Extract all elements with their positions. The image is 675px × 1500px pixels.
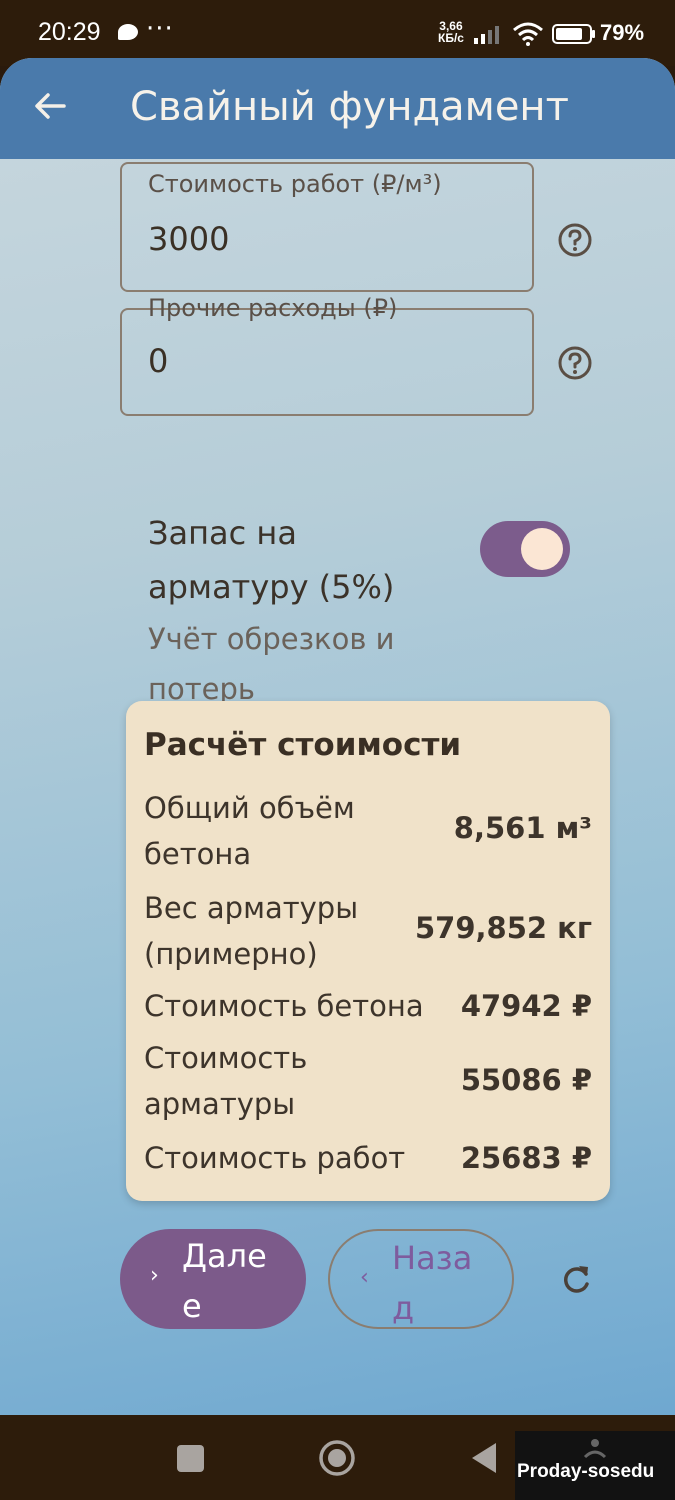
recents-icon[interactable] [177,1445,204,1472]
rebar-reserve-switch[interactable] [480,521,570,577]
row-value-rebar-cost: 55086 ₽ [460,1063,592,1097]
rebar-reserve-subtitle: Учёт обрезков и потерь [148,622,395,706]
battery-level: 79% [600,20,645,45]
rebar-reserve-title: Запас на арматуру (5%) [148,514,395,606]
network-speed-unit: КБ/с [438,31,464,45]
row-value-concrete-cost: 47942 ₽ [460,989,592,1023]
home-icon[interactable] [318,1439,356,1477]
battery-icon [552,24,595,44]
cost-summary-card: Расчёт стоимости Общий объём бетона 8,56… [126,701,610,1201]
back-button-label: Назад [392,1239,473,1327]
row-label-concrete-cost: Стоимость бетона [144,989,424,1023]
app-screen: Свайный фундамент Стоимость работ (₽/м³)… [0,58,675,1415]
row-value-work-cost: 25683 ₽ [460,1141,592,1175]
row-label-concrete-volume: Общий объём бетона [144,791,355,871]
work-cost-field[interactable]: Стоимость работ (₽/м³) 3000 [120,162,534,292]
chevron-left-icon: ‹ [360,1265,369,1290]
refresh-icon[interactable] [558,1262,594,1298]
work-cost-value[interactable]: 3000 [148,220,229,258]
other-expenses-label: Прочие расходы (₽) [140,294,406,322]
network-speed: 3,66 КБ/с [438,20,464,44]
help-icon[interactable] [557,345,593,381]
watermark-logo-icon [583,1439,607,1459]
row-value-concrete-volume: 8,561 м³ [453,811,592,845]
status-time: 20:29 [38,18,101,46]
other-expenses-value[interactable]: 0 [148,342,168,380]
back-button[interactable]: ‹ Назад [328,1229,514,1329]
next-button[interactable]: › Далее [120,1229,306,1329]
watermark-text: Proday-sosedu [517,1461,655,1482]
page-title: Свайный фундамент [130,84,569,130]
app-bar: Свайный фундамент [0,58,675,159]
row-label-rebar-weight: Вес арматуры (примерно) [144,891,359,971]
row-label-rebar-cost: Стоимость арматуры [144,1041,308,1121]
row-value-rebar-weight: 579,852 кг [414,911,592,945]
back-arrow-icon[interactable] [30,86,70,126]
watermark: Proday-sosedu [515,1431,675,1500]
status-bar: 20:29 ··· 3,66 КБ/с 79% [0,0,675,66]
help-icon[interactable] [557,222,593,258]
work-cost-label: Стоимость работ (₽/м³) [148,170,442,198]
row-label-work-cost: Стоимость работ [144,1141,406,1175]
switch-knob [521,528,563,570]
other-expenses-field[interactable]: Прочие расходы (₽) 0 [120,294,534,416]
next-button-label: Далее [182,1237,267,1325]
card-title: Расчёт стоимости [144,727,462,763]
signal-icon [474,26,499,44]
chat-notification-icon [118,24,138,40]
back-nav-icon[interactable] [470,1441,498,1475]
chevron-right-icon: › [150,1263,159,1288]
other-expenses-label-text: Прочие расходы (₽) [148,294,398,322]
more-notifications-icon: ··· [146,14,174,44]
wifi-icon [513,22,543,46]
